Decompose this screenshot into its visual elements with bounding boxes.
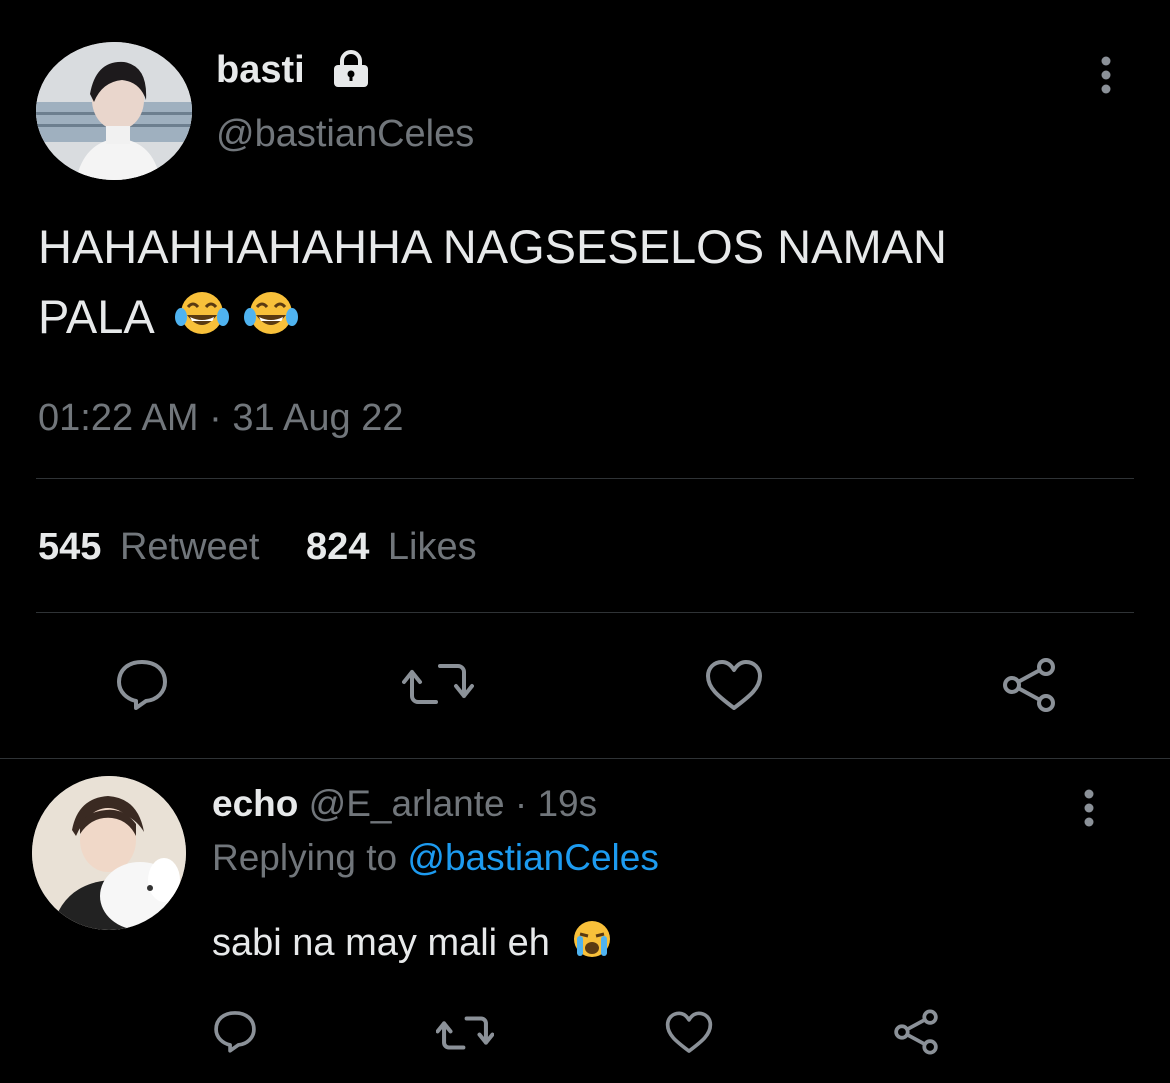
replying-to-link[interactable]: @bastianCeles [407, 837, 658, 878]
heart-icon[interactable] [664, 1010, 714, 1056]
divider [0, 758, 1170, 759]
author-name[interactable]: basti [216, 48, 305, 92]
retweet-count: 545 [38, 526, 102, 568]
reply-header: echo @E_arlante · 19s [212, 782, 597, 826]
tears-of-joy-emoji [244, 286, 299, 356]
reply-time[interactable]: · 19s [515, 783, 597, 824]
reply-icon[interactable] [212, 1008, 258, 1054]
reply-author-name[interactable]: echo [212, 783, 298, 824]
divider [36, 612, 1134, 613]
like-count: 824 [305, 526, 370, 568]
reply-avatar[interactable] [32, 776, 186, 930]
tweet-timestamp[interactable]: 01:22 AM · 31 Aug 22 [38, 396, 404, 440]
retweet-icon[interactable] [402, 658, 474, 710]
divider [36, 478, 1134, 479]
reply-author-handle[interactable]: @E_arlante [309, 783, 505, 824]
tweet-text: HAHAHHAHAHHA NAGSESELOS NAMAN PALA [38, 212, 1138, 356]
share-icon[interactable] [892, 1008, 940, 1056]
lock-icon [330, 50, 372, 88]
replying-to: Replying to @bastianCeles [212, 836, 659, 880]
tweet-text-line2: PALA [38, 282, 1138, 356]
author-handle[interactable]: @bastianCeles [216, 112, 474, 156]
share-icon[interactable] [1000, 656, 1058, 714]
reply-text: sabi na may mali eh [212, 918, 615, 972]
retweet-stat[interactable]: 545 Retweet [38, 526, 270, 568]
retweet-icon[interactable] [436, 1012, 494, 1054]
heart-icon[interactable] [704, 658, 764, 714]
more-vertical-icon[interactable] [1079, 788, 1099, 830]
like-label: Likes [387, 526, 477, 568]
author-avatar[interactable] [36, 42, 192, 180]
tweet-text-line1: HAHAHHAHAHHA NAGSESELOS NAMAN [38, 220, 947, 273]
loudly-crying-emoji [569, 918, 615, 972]
tweet-text-line2-text: PALA [38, 290, 153, 343]
tweet-stats: 545 Retweet 824 Likes [38, 525, 477, 569]
reply-text-content: sabi na may mali eh [212, 922, 550, 965]
replying-prefix: Replying to [212, 837, 398, 878]
like-stat[interactable]: 824 Likes [306, 526, 477, 568]
reply-icon[interactable] [114, 656, 170, 712]
retweet-label: Retweet [119, 526, 260, 568]
tears-of-joy-emoji [175, 286, 230, 356]
more-vertical-icon[interactable] [1096, 55, 1116, 97]
